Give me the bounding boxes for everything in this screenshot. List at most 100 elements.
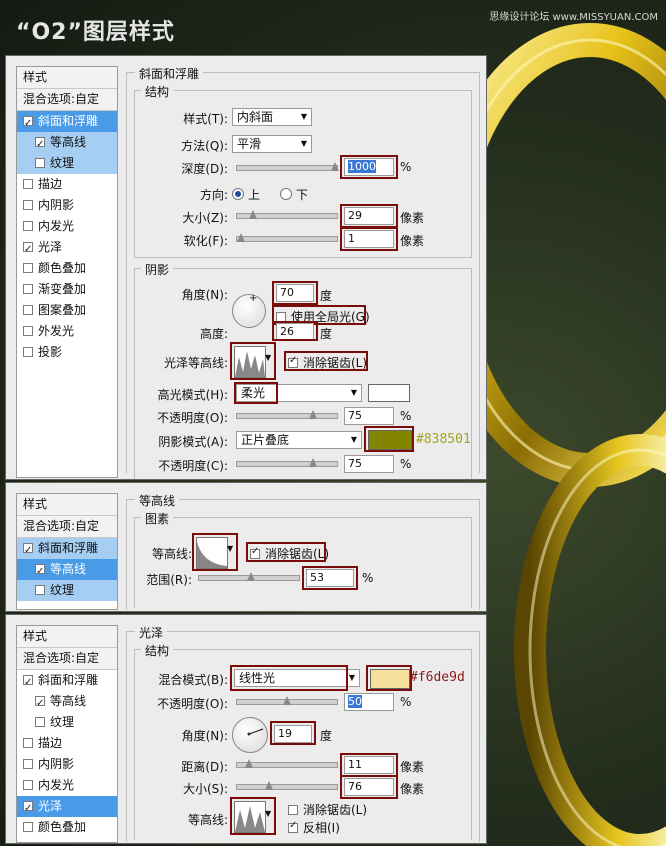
highlight-opacity-input[interactable]: 75 (344, 407, 394, 425)
checkbox-icon[interactable] (35, 585, 45, 595)
radio-on[interactable] (232, 188, 244, 200)
checkbox-icon[interactable] (288, 805, 298, 815)
highlight-opacity-slider[interactable] (236, 410, 338, 419)
sidebar-item[interactable]: 颜色叠加 (17, 258, 117, 279)
sidebar-item-label: 光泽 (38, 240, 63, 254)
checkbox-icon[interactable] (35, 561, 45, 582)
sidebar-item[interactable]: 混合选项:自定 (17, 89, 117, 111)
sidebar-item[interactable]: 内发光 (17, 775, 117, 796)
checkbox-icon[interactable] (23, 200, 33, 210)
sidebar-item[interactable]: 内发光 (17, 216, 117, 237)
sidebar-item[interactable]: 纹理 (17, 580, 117, 601)
distance-slider[interactable] (236, 759, 338, 768)
checkbox-icon[interactable] (23, 239, 33, 260)
checkbox-icon[interactable] (23, 780, 33, 790)
size-slider[interactable] (236, 210, 338, 219)
sidebar-item[interactable]: 外发光 (17, 321, 117, 342)
style-select[interactable]: 内斜面 ▼ (232, 108, 312, 126)
sidebar-item[interactable]: 样式 (17, 626, 117, 648)
sidebar-item[interactable]: 混合选项:自定 (17, 516, 117, 538)
checkbox-icon[interactable] (23, 179, 33, 189)
opacity-input[interactable]: 50 (344, 693, 394, 711)
slider-thumb[interactable] (249, 210, 257, 219)
sidebar-item[interactable]: 描边 (17, 733, 117, 754)
sidebar-item[interactable]: 样式 (17, 494, 117, 516)
checkbox-icon[interactable] (23, 113, 33, 134)
distance-highlight (340, 753, 398, 777)
direction-up-radio[interactable]: 上 (232, 186, 260, 203)
sidebar-item[interactable]: 纹理 (17, 153, 117, 174)
style-label: 样式(T): (183, 112, 228, 126)
slider-thumb[interactable] (331, 162, 339, 171)
radio-off[interactable] (280, 188, 292, 200)
technique-select[interactable]: 平滑 ▼ (232, 135, 312, 153)
checkbox-icon[interactable] (23, 284, 33, 294)
opacity-slider[interactable] (236, 696, 338, 705)
soften-slider[interactable] (236, 233, 338, 242)
sidebar-item[interactable]: 斜面和浮雕 (17, 538, 117, 561)
highlight-color-swatch[interactable] (368, 384, 410, 402)
sidebar-item[interactable]: 等高线 (17, 691, 117, 714)
checkbox-icon[interactable] (35, 134, 45, 155)
slider-thumb[interactable] (247, 572, 255, 581)
contour-dialog: 样式混合选项:自定斜面和浮雕等高线纹理 等高线 图素 等高线: ▼ 消除锯齿(L… (5, 482, 487, 612)
sidebar-item[interactable]: 描边 (17, 174, 117, 195)
sidebar-item-label: 样式 (23, 629, 48, 643)
shadow-opacity-slider[interactable] (236, 458, 338, 467)
checkbox-icon[interactable] (23, 798, 33, 819)
sidebar-item[interactable]: 样式 (17, 67, 117, 89)
checkbox-icon[interactable] (23, 305, 33, 315)
sidebar-item[interactable]: 内阴影 (17, 195, 117, 216)
dial-crosshair-icon: + (249, 293, 258, 304)
checkbox-icon[interactable] (23, 347, 33, 357)
range-slider[interactable] (198, 572, 300, 581)
checkbox-icon[interactable] (288, 820, 298, 833)
checkbox-icon[interactable] (35, 693, 45, 714)
slider-thumb[interactable] (245, 759, 253, 768)
sidebar-item[interactable]: 等高线 (17, 132, 117, 155)
structure-title: 结构 (141, 83, 174, 100)
sidebar-item[interactable]: 等高线 (17, 559, 117, 582)
chevron-down-icon: ▼ (300, 139, 307, 148)
checkbox-icon[interactable] (23, 822, 33, 832)
checkbox-icon[interactable] (23, 263, 33, 273)
sidebar-item[interactable]: 图案叠加 (17, 300, 117, 321)
sidebar-item[interactable]: 投影 (17, 342, 117, 363)
slider-thumb[interactable] (237, 233, 245, 242)
sidebar-item[interactable]: 渐变叠加 (17, 279, 117, 300)
sidebar-item[interactable]: 纹理 (17, 712, 117, 733)
slider-thumb[interactable] (309, 410, 317, 419)
slider-thumb[interactable] (309, 458, 317, 467)
angle-highlight (270, 721, 316, 745)
checkbox-icon[interactable] (35, 158, 45, 168)
sidebar-item[interactable]: 光泽 (17, 237, 117, 260)
shadow-mode-select[interactable]: 正片叠底 ▼ (236, 431, 362, 449)
checkbox-icon[interactable] (35, 717, 45, 727)
shadow-opacity-input[interactable]: 75 (344, 455, 394, 473)
checkbox-icon[interactable] (23, 221, 33, 231)
checkbox-icon[interactable] (23, 759, 33, 769)
sidebar-item-label: 渐变叠加 (38, 282, 87, 296)
sidebar-item-label: 内阴影 (38, 757, 75, 771)
sidebar-item[interactable]: 混合选项:自定 (17, 648, 117, 670)
checkbox-icon[interactable] (23, 540, 33, 561)
depth-slider[interactable] (236, 162, 339, 171)
slider-thumb[interactable] (265, 781, 273, 790)
sidebar-item-label: 图案叠加 (38, 303, 87, 317)
sidebar-item[interactable]: 光泽 (17, 796, 117, 819)
direction-down-radio[interactable]: 下 (280, 186, 308, 203)
shadow-opacity-unit: % (400, 457, 412, 471)
highlight-mode-highlight (234, 382, 278, 404)
checkbox-icon[interactable] (23, 326, 33, 336)
satin-antialias-checkbox[interactable]: 消除锯齿(L) (288, 801, 367, 818)
gloss-contour-highlight (230, 342, 276, 380)
size-slider[interactable] (236, 781, 338, 790)
sidebar-item[interactable]: 颜色叠加 (17, 817, 117, 838)
checkbox-icon[interactable] (23, 672, 33, 693)
slider-thumb[interactable] (283, 696, 291, 705)
sidebar-item[interactable]: 内阴影 (17, 754, 117, 775)
sidebar-item[interactable]: 斜面和浮雕 (17, 670, 117, 693)
checkbox-icon[interactable] (23, 738, 33, 748)
invert-checkbox[interactable]: 反相(I) (288, 819, 340, 836)
sidebar-item[interactable]: 斜面和浮雕 (17, 111, 117, 134)
